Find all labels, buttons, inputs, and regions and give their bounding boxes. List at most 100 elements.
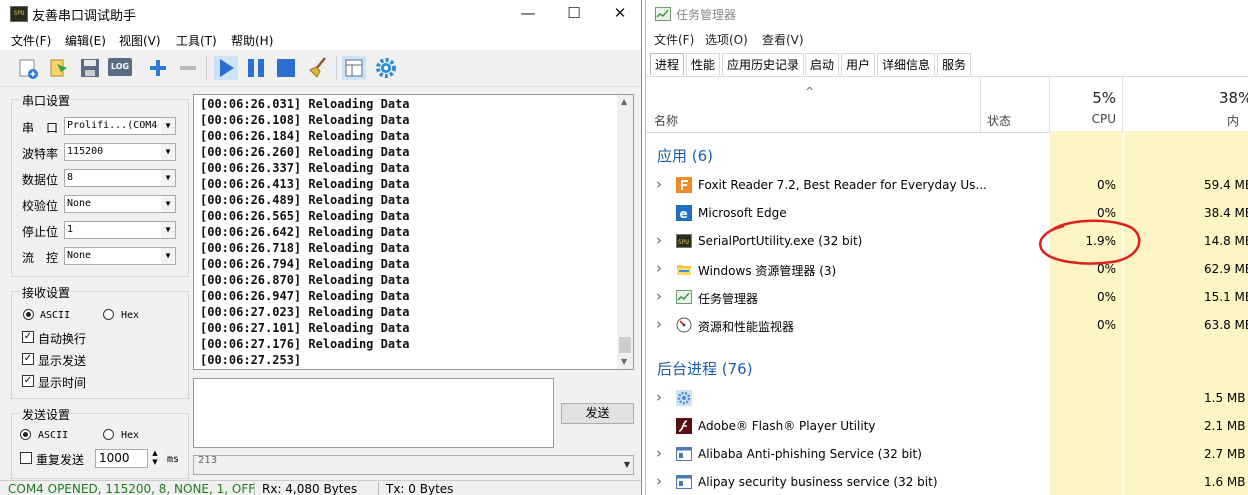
process-row[interactable]: Adobe® Flash® Player Utility 2.1 MB	[646, 412, 1248, 440]
port-select[interactable]: Prolifi...(COM4 ▼	[64, 117, 176, 135]
chevron-right-icon[interactable]: ›	[656, 289, 662, 304]
log-line: [00:06:26.337] Reloading Data	[200, 161, 410, 175]
memory-total: 38%	[1219, 89, 1248, 107]
log-line: [00:06:26.184] Reloading Data	[200, 129, 410, 143]
menu-edit[interactable]: 编辑(E)	[65, 32, 106, 49]
process-memory: 1.5 MB	[1204, 391, 1246, 405]
tab-app-history[interactable]: 应用历史记录	[722, 53, 805, 75]
settings-gear-icon[interactable]	[374, 56, 398, 80]
chevron-right-icon[interactable]: ›	[656, 233, 662, 248]
interval-unit: ms	[167, 454, 180, 465]
show-time-label: 显示时间	[38, 376, 87, 390]
tab-services[interactable]: 服务	[937, 53, 972, 75]
databits-select[interactable]: 8 ▼	[64, 169, 176, 187]
log-scrollbar[interactable]: ▲ ▼	[617, 95, 633, 369]
repeat-send-checkbox[interactable]	[20, 452, 32, 464]
menu-file[interactable]: 文件(F)	[11, 32, 51, 49]
scroll-thumb[interactable]	[619, 337, 631, 353]
folder-icon	[676, 261, 692, 277]
open-file-icon[interactable]	[48, 56, 72, 80]
chevron-right-icon[interactable]: ›	[656, 474, 662, 489]
menu-tools[interactable]: 工具(T)	[176, 32, 217, 49]
tab-startup[interactable]: 启动	[805, 53, 840, 75]
layout-icon[interactable]	[342, 56, 366, 80]
send-text-area[interactable]	[193, 378, 554, 448]
tab-processes[interactable]: 进程	[650, 53, 685, 75]
send-button[interactable]: 发送	[561, 403, 634, 424]
group-apps-header[interactable]: 应用 (6)	[657, 145, 713, 166]
process-name: 资源和性能监视器	[698, 320, 795, 334]
menu-help[interactable]: 帮助(H)	[231, 32, 273, 49]
show-send-checkbox[interactable]: ✓	[22, 353, 34, 365]
chevron-down-icon: ▼	[161, 118, 175, 134]
interval-spin-icon[interactable]: ▲ ▼	[147, 449, 162, 468]
process-row[interactable]: › Alibaba Anti-phishing Service (32 bit) 2…	[646, 440, 1248, 468]
log-icon[interactable]: LOG	[108, 58, 132, 76]
play-icon[interactable]	[214, 56, 238, 80]
receive-hex-radio[interactable]	[103, 309, 114, 320]
save-icon[interactable]	[78, 56, 102, 80]
scroll-up-icon[interactable]: ▲	[621, 97, 627, 106]
send-ascii-radio[interactable]	[20, 429, 31, 440]
auto-wrap-checkbox[interactable]: ✓	[22, 331, 34, 343]
close-button[interactable]: ✕	[597, 0, 641, 28]
process-row[interactable]: › 任务管理器 0% 15.1 MB	[646, 283, 1248, 311]
group-background-header[interactable]: 后台进程 (76)	[657, 358, 753, 379]
process-row[interactable]: › 1.5 MB	[646, 384, 1248, 412]
sort-up-icon[interactable]: ^	[805, 85, 814, 98]
column-name[interactable]: 名称	[654, 112, 678, 129]
clear-broom-icon[interactable]	[306, 56, 330, 80]
chevron-right-icon[interactable]: ›	[656, 317, 662, 332]
tm-menu-file[interactable]: 文件(F)	[654, 31, 694, 48]
process-row[interactable]: › Foxit Reader 7.2, Best Reader for Every…	[646, 171, 1248, 199]
stopbits-value: 1	[67, 224, 74, 235]
process-name: Alipay security business service (32 bit…	[698, 475, 938, 489]
repeat-send-label: 重复发送	[36, 453, 85, 467]
process-row[interactable]: › Alipay security business service (32 bi…	[646, 468, 1248, 495]
new-file-icon[interactable]	[16, 56, 40, 80]
parity-select[interactable]: None ▼	[64, 195, 176, 213]
chevron-right-icon[interactable]: ›	[656, 177, 662, 192]
send-history-combo[interactable]: 213 ▼	[193, 455, 634, 475]
send-hex-radio[interactable]	[103, 429, 114, 440]
menu-view[interactable]: 视图(V)	[119, 32, 161, 49]
task-manager-window: 任务管理器 文件(F) 选项(O) 查看(V) 进程 性能 应用历史记录 启动 …	[645, 0, 1248, 495]
pause-icon[interactable]	[244, 56, 268, 80]
serial-app-icon: SPU	[10, 6, 28, 22]
flowcontrol-select[interactable]: None ▼	[64, 247, 176, 265]
baud-select[interactable]: 115200 ▼	[64, 143, 176, 161]
auto-wrap-label: 自动换行	[38, 332, 87, 346]
receive-log[interactable]: [00:06:26.031] Reloading Data [00:06:26.1…	[193, 94, 634, 370]
tab-performance[interactable]: 性能	[686, 53, 721, 75]
chevron-right-icon[interactable]: ›	[656, 261, 662, 276]
tab-users[interactable]: 用户	[841, 53, 876, 75]
port-label: 串 口	[22, 121, 59, 135]
serial-title-bar[interactable]: SPU 友善串口调试助手 — ☐ ✕	[0, 0, 641, 28]
tm-menu-options[interactable]: 选项(O)	[705, 31, 748, 48]
databits-value: 8	[67, 172, 74, 183]
remove-icon[interactable]	[176, 56, 200, 80]
add-icon[interactable]	[146, 56, 170, 80]
service-icon	[676, 474, 692, 490]
chevron-right-icon[interactable]: ›	[656, 390, 662, 405]
stopbits-select[interactable]: 1 ▼	[64, 221, 176, 239]
process-row[interactable]: › SPU SerialPortUtility.exe (32 bit) 1.9% 14…	[646, 227, 1248, 255]
show-time-checkbox[interactable]: ✓	[22, 375, 34, 387]
minimize-button[interactable]: —	[505, 0, 551, 28]
process-row[interactable]: ›Windows 资源管理器 (3)0%62.9 MB	[646, 255, 1248, 283]
log-line: [00:06:27.176] Reloading Data	[200, 337, 410, 351]
scroll-down-icon[interactable]: ▼	[621, 357, 627, 366]
tab-details[interactable]: 详细信息	[877, 53, 936, 75]
maximize-button[interactable]: ☐	[551, 0, 597, 28]
toolbar-separator-2	[336, 56, 337, 80]
send-ascii-label: ASCII	[38, 430, 69, 441]
column-status[interactable]: 状态	[987, 112, 1011, 129]
receive-ascii-radio[interactable]	[23, 309, 34, 320]
stop-icon[interactable]	[274, 56, 298, 80]
process-row[interactable]: eMicrosoft Edge0%38.4 MB	[646, 199, 1248, 227]
column-cpu[interactable]: CPU	[1050, 112, 1116, 126]
chevron-down-icon: ▼	[161, 144, 175, 160]
chevron-right-icon[interactable]: ›	[656, 446, 662, 461]
tm-menu-view[interactable]: 查看(V)	[762, 31, 804, 48]
process-row[interactable]: › 资源和性能监视器 0% 63.8 MB	[646, 311, 1248, 339]
